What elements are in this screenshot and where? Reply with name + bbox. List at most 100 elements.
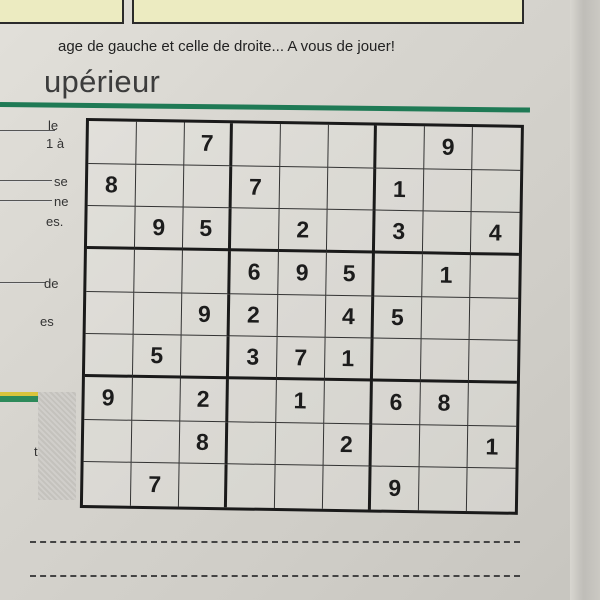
sudoku-cell: 8: [420, 382, 469, 426]
sudoku-cell: 6: [230, 251, 279, 295]
left-text-fragment: ne: [54, 194, 69, 209]
sudoku-cell: [226, 464, 276, 509]
page-fold: [570, 0, 600, 600]
sudoku-cell: [227, 421, 277, 466]
sudoku-cell: 5: [132, 335, 182, 379]
sudoku-cell: [469, 297, 519, 342]
smeared-line: [0, 282, 46, 284]
sudoku-cell: [472, 127, 521, 171]
color-bar: [0, 392, 42, 402]
sudoku-cell: 8: [87, 163, 137, 208]
sudoku-cell: [180, 335, 230, 380]
newspaper-page: age de gauche et celle de droite... A vo…: [0, 0, 600, 600]
sudoku-cell: [277, 294, 327, 339]
sudoku-cell: [322, 466, 372, 510]
sudoku-cell: 9: [370, 466, 420, 511]
sudoku-cell: [418, 467, 468, 512]
sudoku-cell: 7: [184, 122, 233, 166]
sudoku-cell: 9: [84, 377, 133, 421]
sudoku-cell: 5: [182, 207, 232, 252]
sudoku-cell: 9: [424, 126, 473, 170]
gray-texture-block: [38, 392, 76, 500]
sudoku-cell: [275, 422, 325, 467]
sudoku-cell: 9: [181, 293, 231, 337]
smeared-line: [0, 180, 52, 182]
sudoku-cell: [279, 166, 329, 211]
sudoku-puzzle: 79871952346951924553719216882179: [79, 118, 524, 515]
left-text-fragment: se: [54, 174, 68, 189]
sudoku-cell: 2: [278, 209, 328, 253]
sudoku-cell: [83, 419, 133, 464]
sudoku-cell: [178, 463, 228, 508]
sudoku-cell: [274, 465, 324, 509]
sudoku-cell: 2: [180, 378, 229, 422]
sudoku-cell: [86, 249, 135, 293]
green-rule-divider: [0, 102, 530, 113]
sudoku-cell: 1: [422, 254, 471, 298]
sudoku-cell: [132, 377, 181, 422]
sudoku-cell: 1: [276, 380, 325, 424]
sudoku-cell: 1: [375, 168, 425, 212]
sudoku-cell: [420, 339, 470, 384]
sudoku-cell: 7: [231, 165, 281, 210]
top-panel-left: [0, 0, 124, 24]
dashed-cut-line: [30, 541, 520, 543]
sudoku-cell: 4: [470, 212, 520, 256]
section-heading: upérieur: [44, 64, 161, 99]
sudoku-cell: [182, 250, 231, 294]
sudoku-cell: 9: [134, 207, 184, 251]
sudoku-cell: 3: [374, 210, 424, 255]
sudoku-cell: [86, 206, 136, 250]
left-text-fragment: es: [40, 314, 54, 329]
sudoku-cell: [468, 383, 517, 427]
sudoku-cell: 2: [323, 423, 373, 467]
top-panel-right: [132, 0, 524, 24]
sudoku-cell: 7: [130, 463, 180, 507]
sudoku-cell: [84, 334, 134, 378]
sudoku-cell: 8: [179, 421, 229, 465]
sudoku-cell: [134, 249, 183, 294]
left-text-fragment: es.: [46, 214, 64, 229]
sudoku-cell: [232, 123, 281, 167]
sudoku-cell: 5: [326, 252, 375, 297]
sudoku-cell: [135, 164, 185, 208]
sudoku-cell: [131, 420, 181, 464]
sudoku-cell: [371, 424, 421, 468]
sudoku-cell: [372, 338, 422, 383]
sudoku-cell: [136, 121, 185, 166]
sudoku-cell: 1: [324, 338, 374, 382]
sudoku-cell: 1: [467, 425, 517, 470]
sudoku-cell: [421, 296, 471, 341]
sudoku-cell: 3: [228, 336, 278, 381]
sudoku-cell: [422, 211, 472, 256]
sudoku-cell: 4: [325, 295, 375, 339]
sudoku-cell: [423, 168, 473, 213]
sudoku-cell: [183, 165, 233, 209]
smeared-line: [0, 200, 52, 202]
sudoku-cell: [230, 208, 280, 253]
sudoku-cell: [327, 167, 377, 211]
sudoku-cell: [280, 124, 329, 168]
sudoku-grid: 79871952346951924553719216882179: [79, 118, 524, 515]
sudoku-cell: [82, 462, 132, 506]
smeared-line: [0, 130, 55, 132]
sudoku-cell: [324, 380, 373, 425]
left-text-fragment: de: [44, 276, 59, 291]
sudoku-cell: [419, 424, 469, 469]
sudoku-cell: [468, 340, 518, 384]
sudoku-cell: [328, 124, 377, 169]
left-text-fragment: 1 à: [46, 136, 65, 151]
sudoku-cell: 9: [278, 252, 327, 296]
sudoku-cell: 2: [229, 293, 279, 338]
sudoku-cell: 6: [372, 381, 421, 425]
sudoku-cell: [470, 255, 519, 299]
dashed-cut-line: [30, 575, 520, 577]
sudoku-cell: [471, 169, 521, 214]
sudoku-cell: 7: [276, 337, 326, 381]
sudoku-cell: [374, 253, 423, 297]
instruction-text: age de gauche et celle de droite... A vo…: [58, 38, 395, 55]
sudoku-cell: [228, 379, 277, 423]
sudoku-cell: [376, 125, 425, 169]
sudoku-cell: [467, 468, 516, 511]
sudoku-cell: 5: [373, 296, 423, 340]
